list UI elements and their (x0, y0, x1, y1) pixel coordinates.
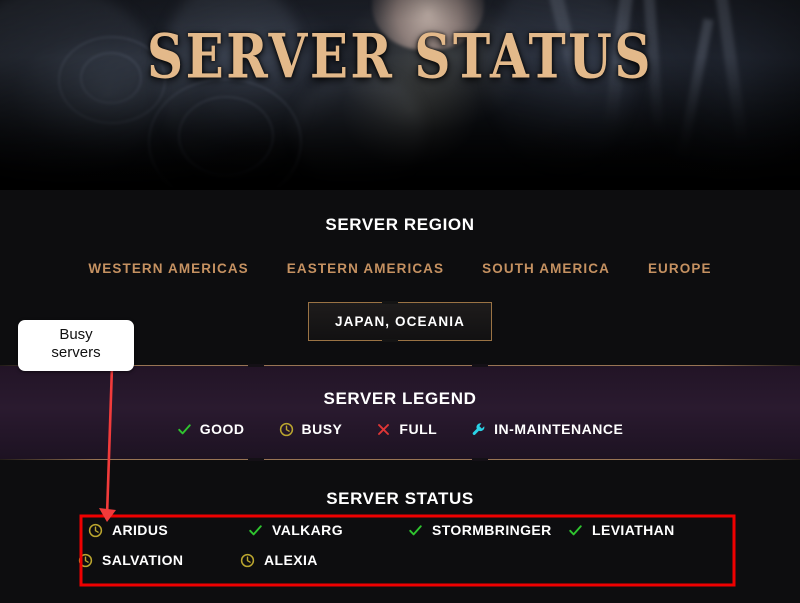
legend-label-in-maintenance: IN-MAINTENANCE (494, 421, 624, 437)
server-item-aridus[interactable]: ARIDUS (88, 522, 248, 538)
server-name: VALKARG (272, 522, 343, 538)
divider-notch (248, 364, 264, 367)
server-region-heading: SERVER REGION (325, 215, 475, 234)
callout-line-1: Busy (59, 326, 93, 343)
annotation-arrow-head (99, 508, 116, 522)
server-name: SALVATION (102, 552, 184, 568)
server-name: STORMBRINGER (432, 522, 552, 538)
server-status-page: SERVER STATUS SERVER REGION WESTERN AMER… (0, 0, 800, 603)
server-status-grid: ARIDUS VALKARG STORMBRINGER LEVIATHAN SA (78, 522, 728, 568)
server-name: ARIDUS (112, 522, 169, 538)
server-item-salvation[interactable]: SALVATION (78, 552, 248, 568)
legend-item-busy: BUSY (279, 421, 343, 437)
server-grid-empty-cell (568, 552, 728, 568)
page-title: SERVER STATUS (147, 20, 653, 92)
server-legend-heading: SERVER LEGEND (323, 389, 477, 408)
server-name: ALEXIA (264, 552, 318, 568)
divider-notch (472, 364, 488, 367)
check-icon (248, 523, 263, 538)
check-icon (408, 523, 423, 538)
legend-label-busy: BUSY (301, 421, 343, 437)
clock-icon (279, 422, 294, 437)
server-item-alexia[interactable]: ALEXIA (240, 552, 408, 568)
clock-icon (240, 553, 255, 568)
legend-item-good: GOOD (177, 421, 245, 437)
server-item-valkarg[interactable]: VALKARG (248, 522, 408, 538)
server-item-stormbringer[interactable]: STORMBRINGER (408, 522, 568, 538)
legend-item-full: FULL (376, 421, 437, 437)
server-grid-empty-cell (408, 552, 568, 568)
wrench-icon (471, 422, 486, 437)
legend-item-in-maintenance: IN-MAINTENANCE (471, 421, 623, 437)
divider-notch (248, 458, 264, 461)
clock-icon (88, 523, 103, 538)
server-legend-panel (0, 366, 800, 459)
region-tab-europe[interactable]: EUROPE (648, 261, 712, 276)
region-tab-western-americas[interactable]: WESTERN AMERICAS (88, 261, 248, 276)
cross-icon (376, 422, 391, 437)
callout-line-2: servers (51, 344, 101, 362)
divider-notch (472, 458, 488, 461)
legend-divider-bottom (0, 459, 800, 460)
server-name: LEVIATHAN (592, 522, 675, 538)
clock-icon (78, 553, 93, 568)
region-tab-japan-oceania-selected[interactable]: JAPAN, OCEANIA (308, 301, 492, 342)
busy-servers-callout: Busy servers (18, 320, 134, 371)
check-icon (177, 422, 192, 437)
legend-label-good: GOOD (199, 421, 245, 437)
server-legend-items: GOOD BUSY FULL IN-MAINTENANCE (0, 421, 800, 437)
check-icon (568, 523, 583, 538)
region-tab-south-america[interactable]: SOUTH AMERICA (482, 261, 610, 276)
region-tab-eastern-americas[interactable]: EASTERN AMERICAS (287, 261, 444, 276)
legend-label-full: FULL (399, 421, 438, 437)
region-tabs: WESTERN AMERICAS EASTERN AMERICAS SOUTH … (0, 261, 800, 276)
hero-banner: SERVER STATUS (0, 0, 800, 190)
server-status-heading: SERVER STATUS (326, 489, 474, 508)
server-item-leviathan[interactable]: LEVIATHAN (568, 522, 728, 538)
